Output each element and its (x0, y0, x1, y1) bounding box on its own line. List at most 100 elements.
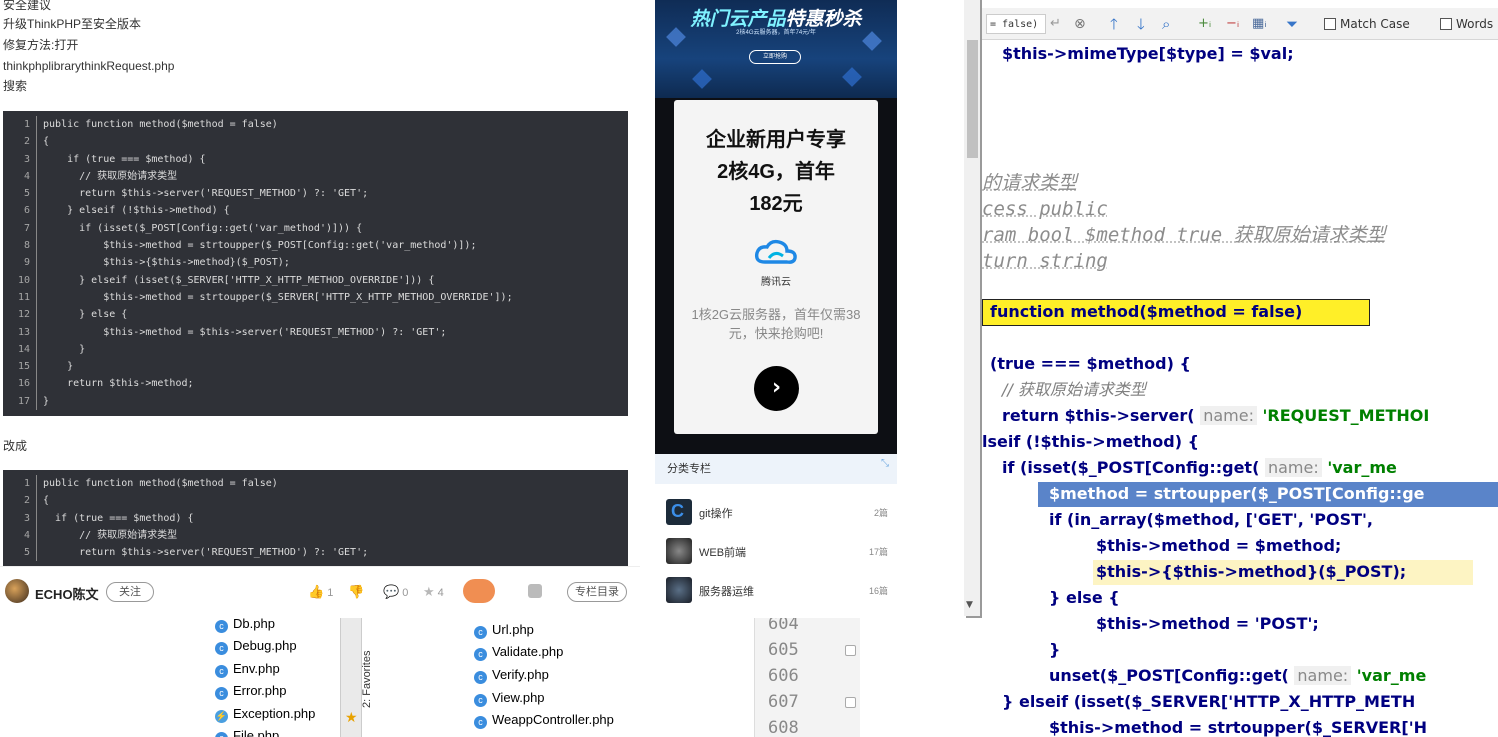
code-row: 1 public function method($method = false) (3, 475, 628, 493)
code-row: 10 } elseif (isset($_SERVER['HTTP_X_HTTP… (3, 271, 628, 289)
newline-icon[interactable]: ↵ (1050, 14, 1061, 34)
thumbs-down-icon: 👎 (348, 584, 365, 599)
favorites-tab[interactable]: 2: Favorites (361, 648, 373, 708)
reward-icon[interactable] (463, 579, 495, 603)
comment-button[interactable]: 💬 0 (383, 584, 408, 600)
category-name: 服务器运维 (699, 586, 754, 598)
filter-icon[interactable]: ⏷ (1286, 14, 1298, 34)
project-tree (104, 617, 754, 737)
expand-icon[interactable]: ⤡ (881, 458, 889, 469)
match-case-label: Match Case (1340, 17, 1410, 31)
article-content: 安全建议 升级ThinkPHP至安全版本 修复方法:打开 thinkphplib… (0, 0, 650, 618)
code-block-original: 1 public function method($method = false)… (3, 111, 628, 416)
file-item[interactable]: c WeappController.php (474, 710, 614, 730)
file-item[interactable]: c Validate.php (474, 642, 563, 662)
code-text: } (43, 343, 86, 355)
file-name: Url.php (492, 622, 534, 637)
line-number: 608 (768, 718, 799, 737)
file-name: File.php (233, 728, 280, 737)
category-item[interactable]: WEB前端 17篇 (666, 538, 888, 564)
line-number: 5 (3, 544, 37, 562)
category-git-icon: C (666, 499, 692, 525)
file-item[interactable]: c File.php (215, 726, 279, 737)
line-number: 1 (3, 475, 37, 493)
line-number: 15 (3, 358, 37, 376)
share-icon[interactable] (528, 584, 542, 598)
browser-window: 安全建议 升级ThinkPHP至安全版本 修复方法:打开 thinkphplib… (0, 0, 982, 618)
match-case-checkbox[interactable]: Match Case (1324, 14, 1410, 34)
doc-line: ram bool $method true 获取原始请求类型 (982, 224, 1386, 246)
like-button[interactable]: 👍 1 (308, 584, 333, 600)
category-item[interactable]: C git操作 2篇 (666, 499, 888, 525)
scrollbar-thumb[interactable] (967, 40, 978, 158)
code-row: 1 public function method($method = false) (3, 116, 628, 134)
file-name: Db.php (233, 616, 275, 631)
clear-icon[interactable]: ⊗ (1074, 14, 1086, 34)
file-name: Exception.php (233, 706, 316, 721)
code-row: 2{ (3, 492, 628, 510)
ad-banner-subtitle: 2核4G云服务器，首年74元/年 (736, 30, 816, 36)
arrow-up-icon[interactable]: 🡑 (1110, 14, 1118, 34)
ad-banner[interactable]: 热门云产品特惠秒杀 2核4G云服务器，首年74元/年 立即抢购 (655, 0, 897, 98)
code-text: return $this->server('REQUEST_METHOD') ?… (43, 547, 369, 559)
article-text: thinkphplibrarythinkRequest.php (3, 59, 175, 73)
line-number: 3 (3, 150, 37, 168)
code-row: 5 return $this->server('REQUEST_METHOD')… (3, 185, 628, 203)
avatar[interactable] (5, 579, 29, 603)
class-icon: c (215, 665, 228, 678)
fold-marker-icon[interactable] (845, 697, 856, 708)
file-item[interactable]: c Error.php (215, 681, 286, 701)
remove-selection-icon[interactable]: −ᵢ (1226, 14, 1239, 34)
code-row: 4 // 获取原始请求类型 (3, 167, 628, 186)
code-text: { (43, 495, 50, 507)
comment-count: 0 (402, 587, 409, 599)
file-name: Validate.php (492, 644, 564, 659)
ad-buy-button[interactable]: 立即抢购 (749, 50, 801, 64)
code-row: 16 return $this->method; (3, 375, 628, 393)
fold-marker-icon[interactable] (845, 645, 856, 656)
scroll-down-icon[interactable]: ▼ (966, 600, 973, 610)
column-directory-button[interactable]: 专栏目录 (567, 582, 627, 602)
code-text: public function method($method = false) (43, 119, 278, 130)
words-checkbox[interactable]: Words (1440, 14, 1493, 34)
class-icon: c (474, 716, 487, 729)
code-line: } elseif (isset($_SERVER['HTTP_X_HTTP_ME… (1002, 692, 1416, 711)
category-item[interactable]: 服务器运维 16篇 (666, 577, 888, 603)
file-item[interactable]: c View.php (474, 688, 545, 708)
line-number: 11 (3, 288, 37, 307)
find-occurrences-icon[interactable]: ⌕ (1162, 14, 1170, 34)
file-item[interactable]: c Debug.php (215, 636, 297, 656)
file-item[interactable]: c Env.php (215, 659, 280, 679)
find-input[interactable]: = false) (986, 14, 1046, 34)
file-item[interactable]: c Url.php (474, 620, 534, 640)
chevron-right-icon[interactable]: › (754, 366, 799, 411)
code-text: } else { (43, 309, 128, 321)
code-line: if (in_array($method, ['GET', 'POST', (1049, 510, 1373, 529)
select-all-icon[interactable]: ▦ᵢ (1252, 14, 1267, 34)
code-text: $this->method = strtoupper($_POST[Config… (43, 240, 477, 252)
arrow-down-icon[interactable]: 🡓 (1137, 14, 1145, 34)
follow-button[interactable]: 关注 (106, 582, 154, 602)
dislike-button[interactable]: 👎 (348, 584, 367, 600)
favorite-button[interactable]: ★ 4 (423, 584, 444, 600)
doc-line: turn string (982, 250, 1108, 272)
line-number: 2 (3, 492, 37, 510)
code-line: $this->mimeType[$type] = $val; (1002, 44, 1294, 63)
editor-gutter-code (860, 610, 982, 737)
favorite-count: 4 (437, 587, 444, 599)
code-text: $this->{$this->method}($_POST); (43, 257, 290, 269)
line-number: 4 (3, 167, 37, 186)
code-text: if (true === $method) { (43, 153, 206, 165)
code-text: // 获取原始请求类型 (43, 529, 178, 541)
category-name: WEB前端 (699, 547, 747, 559)
author-name[interactable]: ECHO陈文 (35, 584, 99, 603)
line-number: 13 (3, 323, 37, 341)
article-text: 修复方法:打开 (3, 38, 79, 52)
class-icon: c (215, 620, 228, 633)
add-selection-icon[interactable]: +ᵢ (1198, 14, 1211, 34)
comment-icon: 💬 (383, 584, 400, 599)
class-icon: c (215, 732, 228, 737)
file-item[interactable]: ⚡ Exception.php (215, 704, 315, 724)
code-line: } else { (1049, 588, 1120, 607)
file-item[interactable]: c Verify.php (474, 665, 549, 685)
